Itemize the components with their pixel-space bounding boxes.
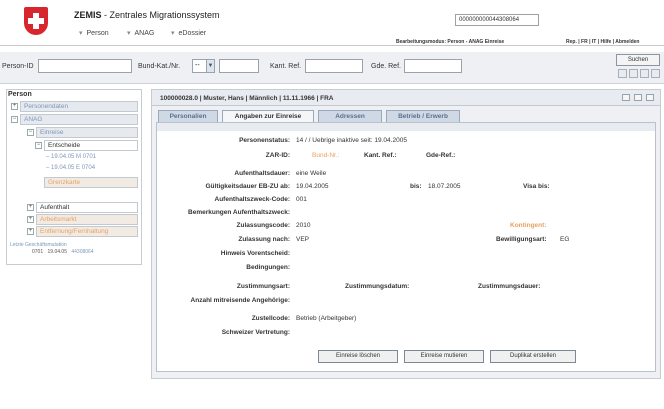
zulassung-nach-label: Zulassung nach: bbox=[238, 236, 290, 243]
tree-item-entscheid-1[interactable]: – 19.04.05 M 0701 bbox=[46, 154, 96, 160]
zulassungscode-value: 2010 bbox=[296, 222, 311, 229]
bis-value: 18.07.2005 bbox=[428, 183, 461, 190]
kontingent-label: Kontingent: bbox=[510, 222, 547, 229]
edit-icon[interactable] bbox=[640, 69, 649, 78]
zustimmungsdauer-label: Zustimmungsdauer: bbox=[478, 283, 541, 290]
zulassung-nach-value: VEP bbox=[296, 236, 310, 243]
chevron-down-icon: ▾ bbox=[127, 30, 131, 37]
bewilligungsart-value: EG bbox=[560, 236, 570, 243]
collapse-icon[interactable]: − bbox=[11, 116, 18, 123]
tab-angaben-einreise[interactable]: Angaben zur Einreise bbox=[222, 110, 314, 122]
delete-entry-button[interactable]: Einreise löschen bbox=[318, 350, 398, 363]
tree-item-aufenthalt[interactable]: Aufenthalt bbox=[36, 202, 138, 213]
person-summary: 100000028.0 | Muster, Hans | Männlich | … bbox=[160, 95, 334, 102]
gueltigkeit-label: Gültigkeitsdauer EB-ZU ab: bbox=[205, 183, 290, 190]
vertretung-label: Schweizer Vertretung: bbox=[221, 329, 290, 336]
person-id-input[interactable] bbox=[38, 59, 132, 73]
tab-adressen[interactable]: Adressen bbox=[318, 110, 382, 122]
aufenthaltsdauer-label: Aufenthaltsdauer: bbox=[234, 170, 290, 177]
chevron-down-icon: ▾ bbox=[79, 30, 83, 37]
zustellcode-label: Zustellcode: bbox=[251, 315, 290, 322]
tree-item-arbeitsmarkt[interactable]: Arbeitsmarkt bbox=[36, 214, 138, 225]
search-button[interactable]: Suchen bbox=[616, 54, 660, 66]
mutation-link[interactable]: 44308064 bbox=[71, 249, 93, 255]
gueltigkeit-value: 19.04.2005 bbox=[296, 183, 329, 190]
zustellcode-value: Betrieb (Arbeitgeber) bbox=[296, 315, 357, 322]
swiss-cross-logo bbox=[24, 7, 48, 35]
expand-icon[interactable]: + bbox=[27, 216, 34, 223]
gde-ref-input[interactable] bbox=[404, 59, 462, 73]
visa-label: Visa bis: bbox=[523, 183, 550, 190]
zulassungscode-label: Zulassungscode: bbox=[236, 222, 290, 229]
gde-ref-label: Gde. Ref. bbox=[371, 63, 401, 70]
personenstatus-value: 14 / / Uebrige inaktive seit: 19.04.2005 bbox=[296, 137, 407, 144]
zweck-code-value: 001 bbox=[296, 196, 307, 203]
kant-ref-label: Kant. Ref. bbox=[270, 63, 302, 70]
mutate-entry-button[interactable]: Einreise mutieren bbox=[404, 350, 484, 363]
form-header-band bbox=[157, 123, 655, 131]
mode-indicator: Bearbeitungsmodus: Person - ANAG Einreis… bbox=[396, 39, 505, 45]
zweck-code-label: Aufenthaltszweck-Code: bbox=[214, 196, 290, 203]
person-id-label: Person-ID bbox=[2, 63, 34, 70]
angehoerige-label: Anzahl mitreisende Angehörige: bbox=[190, 297, 290, 304]
chevron-down-icon[interactable]: ▼ bbox=[206, 59, 215, 73]
bund-label: Bund-Kat./Nr. bbox=[138, 63, 181, 70]
tree-item-entfernung[interactable]: Entfernung/Fernhaltung bbox=[36, 226, 138, 237]
chevron-down-icon: ▾ bbox=[171, 30, 175, 37]
bemerkungen-label: Bemerkungen Aufenthaltszweck: bbox=[188, 209, 290, 216]
tree-item-personendaten[interactable]: Personendaten bbox=[20, 101, 138, 112]
app-header bbox=[0, 0, 664, 46]
hinweis-label: Hinweis Vorentscheid: bbox=[220, 250, 290, 257]
gde-ref-field-label: Gde-Ref.: bbox=[426, 152, 456, 159]
last-mutation-info: Letzte Geschäftsmutation 0701 19.04.05 4… bbox=[10, 242, 94, 255]
expand-icon[interactable]: + bbox=[27, 204, 34, 211]
bewilligungsart-label: Bewilligungsart: bbox=[496, 236, 547, 243]
tab-personalien[interactable]: Personalien bbox=[158, 110, 218, 122]
aufenthaltsdauer-value: eine Weile bbox=[296, 170, 327, 177]
tree-title: Person bbox=[8, 91, 32, 98]
expand-icon[interactable]: + bbox=[11, 103, 18, 110]
bis-label: bis: bbox=[410, 183, 422, 190]
reset-icon[interactable] bbox=[618, 69, 627, 78]
kant-ref-input[interactable] bbox=[305, 59, 363, 73]
tree-item-einreise[interactable]: Einreise bbox=[36, 127, 138, 138]
maximize-icon[interactable] bbox=[646, 94, 654, 101]
tab-betrieb-erwerb[interactable]: Betrieb / Erwerb bbox=[386, 110, 460, 122]
tree-item-grenzkarte[interactable]: Grenzkarte bbox=[44, 177, 138, 188]
language-links[interactable]: Rep. | FR | IT | Hilfe | Abmelden bbox=[566, 39, 639, 45]
grid-icon[interactable] bbox=[629, 69, 638, 78]
collapse-icon[interactable]: − bbox=[27, 129, 34, 136]
zustimmungsart-label: Zustimmungsart: bbox=[236, 283, 290, 290]
print-icon[interactable] bbox=[651, 69, 660, 78]
tree-item-entscheid-2[interactable]: – 19.04.05 E 0704 bbox=[46, 165, 95, 171]
nav-person[interactable]: ▾ Person bbox=[79, 29, 109, 37]
case-number-field[interactable]: 000000000044308064 bbox=[455, 14, 539, 26]
bund-number-input[interactable] bbox=[219, 59, 259, 73]
personenstatus-label: Personenstatus: bbox=[239, 137, 290, 144]
nav-edossier[interactable]: ▾ eDossier bbox=[171, 29, 206, 37]
collapse-icon[interactable]: − bbox=[35, 142, 42, 149]
expand-icon[interactable]: + bbox=[27, 228, 34, 235]
tree-item-entscheide[interactable]: Entscheide bbox=[44, 140, 138, 151]
print-icon[interactable] bbox=[622, 94, 630, 101]
nav-anag[interactable]: ▾ ANAG bbox=[127, 29, 154, 37]
tree-item-anag[interactable]: ANAG bbox=[20, 114, 138, 125]
bund-nr-label: Bund-Nr.: bbox=[312, 152, 340, 159]
zar-id-label: ZAR-ID: bbox=[265, 152, 290, 159]
bedingungen-label: Bedingungen: bbox=[246, 264, 290, 271]
kant-ref-field-label: Kant. Ref.: bbox=[364, 152, 397, 159]
duplicate-button[interactable]: Duplikat erstellen bbox=[490, 350, 576, 363]
zustimmungsdatum-label: Zustimmungsdatum: bbox=[345, 283, 410, 290]
app-title: ZEMIS - Zentrales Migrationssystem bbox=[74, 10, 220, 20]
window-icon[interactable] bbox=[634, 94, 642, 101]
